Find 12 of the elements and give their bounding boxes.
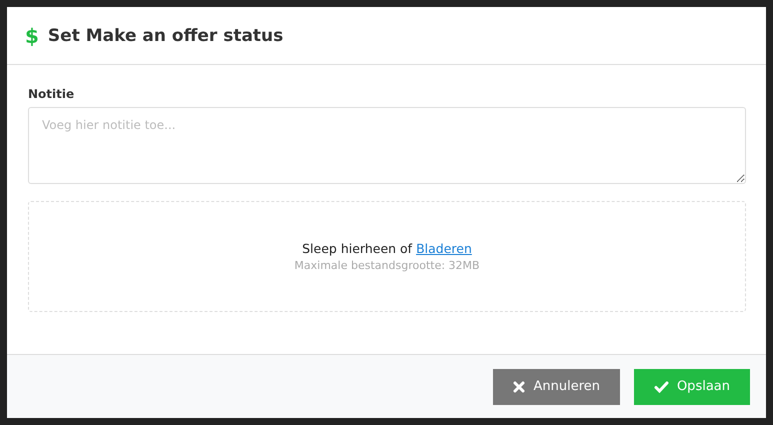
note-field[interactable]: Voeg hier notitie toe... [28, 107, 746, 184]
drop-zone[interactable]: Sleep hierheen of Bladeren Maximale bestandsgrootte: 32MB [28, 201, 746, 312]
check-icon [654, 380, 669, 392]
drop-text: Sleep hierheen of [302, 241, 412, 256]
close-icon [513, 380, 526, 392]
cancel-button[interactable]: Annuleren [493, 368, 620, 404]
field-label: Notitie [28, 87, 76, 101]
size-hint: Maximale bestandsgrootte: 32MB [294, 259, 480, 272]
save-button[interactable]: Opslaan [634, 368, 750, 404]
dollar-icon: $ [25, 24, 39, 48]
dialog-title: Set Make an offer status [48, 26, 284, 46]
browse-link[interactable]: Bladeren [416, 241, 472, 256]
